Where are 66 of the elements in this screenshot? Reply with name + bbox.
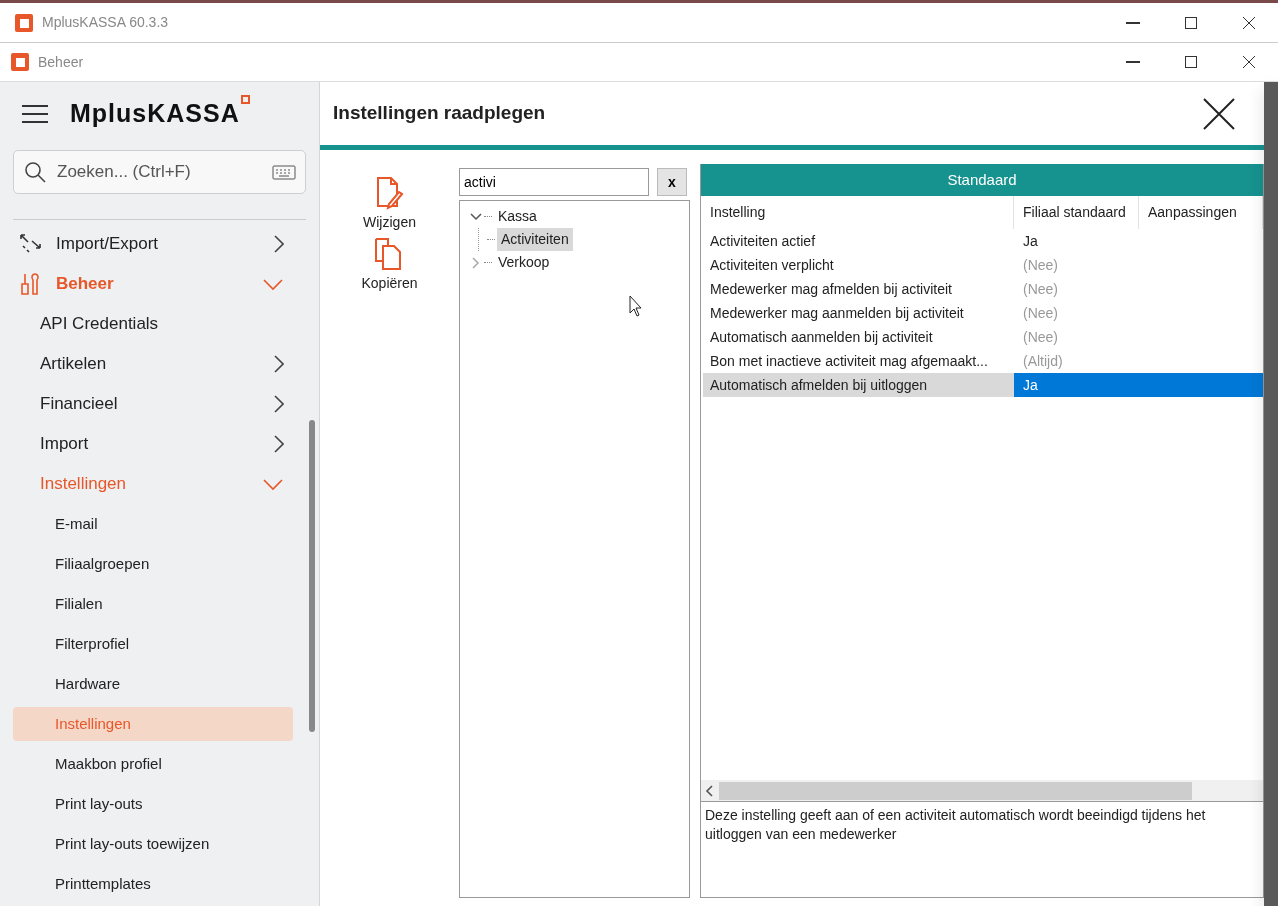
edit-document-icon <box>374 176 405 210</box>
column-header[interactable]: Aanpassingen <box>1139 196 1263 229</box>
sidebar-item[interactable]: Maakbon profiel <box>0 744 319 784</box>
tree-item[interactable]: Activiteiten <box>497 228 573 251</box>
table-cell[interactable]: Ja <box>1014 373 1139 397</box>
menu-icon[interactable] <box>22 103 48 124</box>
keyboard-icon[interactable] <box>272 163 296 181</box>
app-logo-icon <box>10 52 30 72</box>
page-title: Instellingen raadplegen <box>333 101 547 126</box>
table-cell[interactable]: Ja <box>1014 229 1139 253</box>
scrollbar[interactable] <box>309 420 315 732</box>
sidebar-item[interactable]: Print lay-outs toewijzen <box>0 824 319 864</box>
sidebar-item[interactable]: Financieel <box>0 384 319 424</box>
sidebar-item[interactable]: Filiaalgroepen <box>0 544 319 584</box>
minimize-icon <box>1126 21 1140 24</box>
window-title: Beheer <box>38 52 84 72</box>
table-cell[interactable]: Automatisch afmelden bij uitloggen <box>703 373 1014 397</box>
sidebar-item[interactable]: Filterprofiel <box>0 624 319 664</box>
maximize-icon <box>1183 54 1199 70</box>
scroll-left-icon[interactable] <box>705 784 715 797</box>
tree-item[interactable]: Verkoop <box>494 251 554 274</box>
close-icon <box>1241 14 1257 31</box>
sidebar-item[interactable]: Printtemplates <box>0 864 319 904</box>
sidebar-item[interactable]: Import/Export <box>0 224 319 264</box>
close-icon <box>1241 54 1257 70</box>
mouse-cursor-icon <box>629 295 643 317</box>
description-text: Deze instelling geeft aan of een activiteit automatisch wordt beeindigd tijdens het uitloggen van een medewerker <box>704 806 1207 844</box>
scrollbar-thumb[interactable] <box>719 781 1192 800</box>
chevron-right-icon <box>272 394 284 414</box>
sidebar-item[interactable]: Artikelen <box>0 344 319 384</box>
tools-icon <box>20 272 42 296</box>
sidebar-item[interactable]: E-mail <box>0 504 319 544</box>
table-cell[interactable]: Activiteiten actief <box>701 229 1014 253</box>
window-title: MplusKASSA 60.3.3 <box>42 13 169 32</box>
chevron-right-icon <box>272 234 284 254</box>
sidebar-item[interactable]: Print lay-outs <box>0 784 319 824</box>
sidebar-item[interactable]: Filialen <box>0 584 319 624</box>
group-header: Standaard <box>701 164 1263 196</box>
table-cell[interactable]: Automatisch aanmelden bij activiteit <box>701 325 1014 349</box>
app-logo: MplusKASSA <box>70 94 250 133</box>
search-field[interactable]: Zoeken... (Ctrl+F) <box>13 150 306 194</box>
clear-button[interactable]: x <box>657 168 687 196</box>
sidebar-item[interactable]: API Credentials <box>0 304 319 344</box>
table-cell[interactable]: Bon met inactieve activiteit mag afgemaakt... <box>701 349 1014 373</box>
maximize-icon <box>1183 14 1199 31</box>
column-header[interactable]: Filiaal standaard <box>1014 196 1139 229</box>
sidebar-item[interactable]: Import <box>0 424 319 464</box>
table-cell[interactable]: Medewerker mag aanmelden bij activiteit <box>701 301 1014 325</box>
tree-item[interactable]: Kassa <box>494 205 541 228</box>
minimize-icon <box>1126 61 1140 63</box>
edit-button[interactable]: Wijzigen <box>363 176 416 233</box>
table-cell[interactable]: Activiteiten verplicht <box>701 253 1014 277</box>
filter-field[interactable]: activi <box>459 168 649 196</box>
column-header[interactable]: Instelling <box>701 196 1014 229</box>
app-logo-icon <box>14 12 34 33</box>
chevron-down-icon <box>262 277 284 291</box>
table-cell[interactable]: Medewerker mag afmelden bij activiteit <box>701 277 1014 301</box>
sidebar-item[interactable]: Hardware <box>0 664 319 704</box>
chevron-right-icon[interactable] <box>472 256 480 269</box>
chevron-right-icon <box>272 354 284 374</box>
copy-button[interactable]: Kopiëren <box>361 237 418 294</box>
chevron-down-icon[interactable] <box>470 212 482 221</box>
search-icon <box>24 161 46 183</box>
chevron-right-icon <box>272 434 284 454</box>
chevron-down-icon <box>262 477 284 491</box>
close-icon <box>1202 96 1236 131</box>
